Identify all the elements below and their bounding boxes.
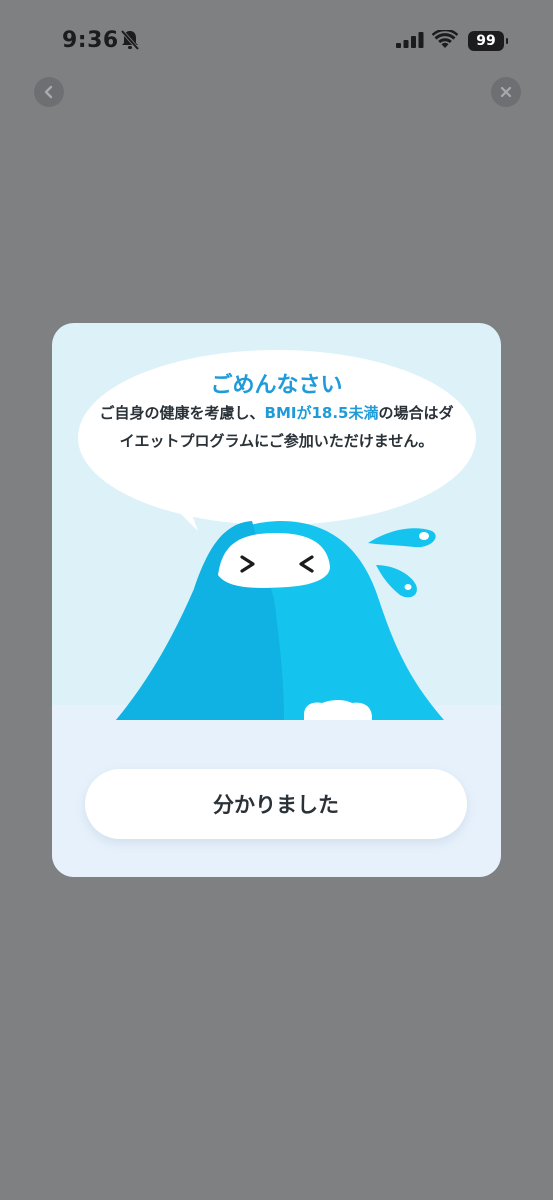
understood-button[interactable]: 分かりました [85, 769, 467, 839]
chevron-left-icon [44, 85, 53, 99]
close-button[interactable] [491, 77, 521, 107]
signal-icon [396, 32, 424, 48]
dialog-title: ごめんなさい [210, 373, 343, 398]
dialog-message: ご自身の健康を考慮し、BMIが18.5未満の場合はダイエットプログラムにご参加い… [97, 399, 456, 455]
wifi-icon [432, 30, 458, 48]
battery-icon: 99 [468, 31, 508, 51]
bmi-restriction-dialog: ごめんなさい ご自身の健康を考慮し、BMIが18.5未満の場合はダイエットプログ… [52, 323, 501, 877]
status-bar: 9:36 99 [0, 0, 553, 84]
back-button[interactable] [34, 77, 64, 107]
status-time: 9:36 [62, 28, 119, 53]
bmi-condition: BMIが18.5未満 [264, 404, 379, 422]
close-icon [500, 86, 512, 98]
message-prefix: ご自身の健康を考慮し、 [99, 404, 265, 422]
mascot-illustration [116, 521, 444, 720]
bell-slash-icon [120, 29, 140, 51]
